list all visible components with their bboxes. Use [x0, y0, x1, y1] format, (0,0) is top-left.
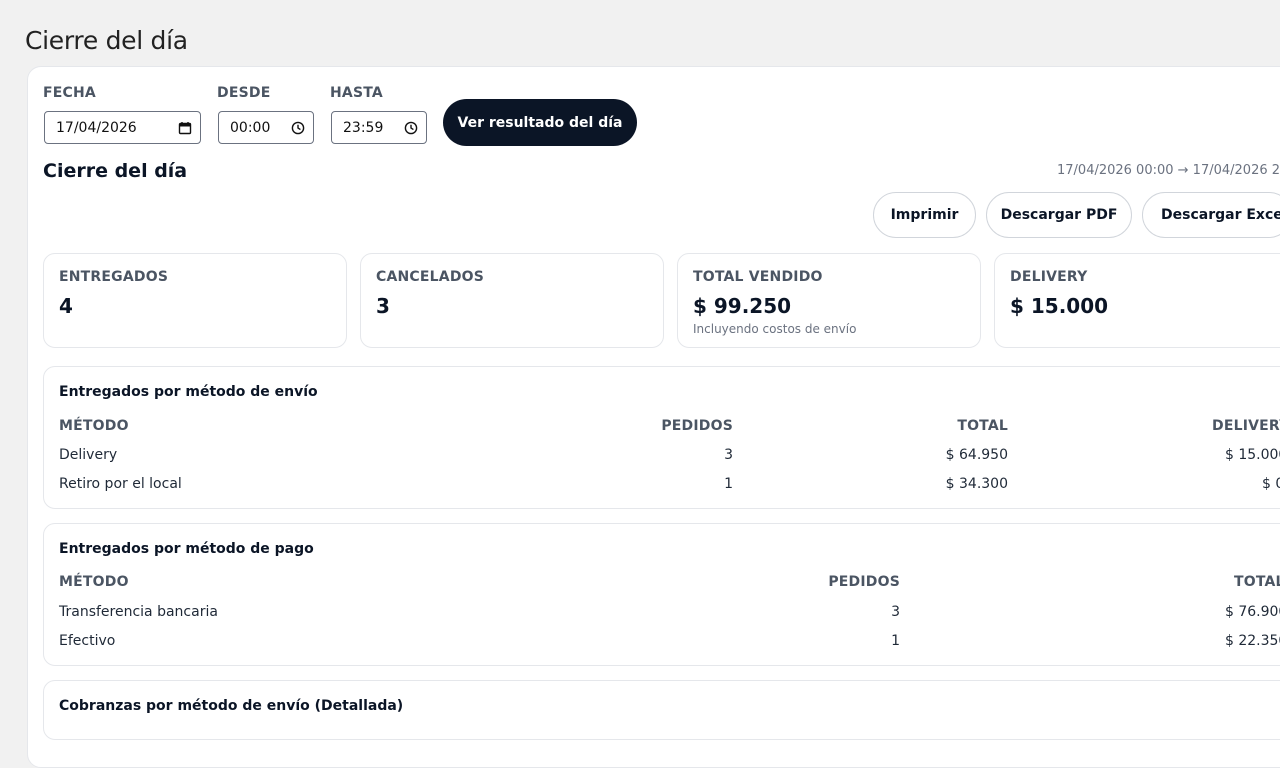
calendar-icon[interactable] [178, 121, 192, 135]
time-to-value: 23:59 [343, 119, 384, 136]
stat-value: 3 [376, 294, 390, 318]
column-header: MÉTODO [59, 574, 129, 590]
table-cell: $ 0 [1262, 476, 1280, 492]
print-button[interactable]: Imprimir [873, 192, 976, 238]
download-pdf-button[interactable]: Descargar PDF [986, 192, 1132, 238]
page-title: Cierre del día [25, 26, 188, 55]
column-header: DELIVERY [1212, 418, 1280, 434]
column-header: MÉTODO [59, 418, 129, 434]
time-from-value: 00:00 [230, 119, 271, 136]
column-header: TOTAL [1234, 574, 1280, 590]
stat-card-cancelados: CANCELADOS 3 [360, 253, 664, 348]
table-cell: Retiro por el local [59, 476, 182, 492]
table-cell: Transferencia bancaria [59, 604, 218, 620]
table-title: Entregados por método de pago [59, 541, 314, 557]
stat-card-delivery: DELIVERY $ 15.000 [994, 253, 1280, 348]
table-cell: Delivery [59, 447, 118, 463]
column-header: PEDIDOS [661, 418, 733, 434]
stat-label: DELIVERY [1010, 269, 1088, 285]
stat-value: $ 99.250 [693, 294, 792, 318]
stat-value: 4 [59, 294, 73, 318]
table-cell: $ 34.300 [945, 476, 1008, 492]
stat-label: ENTREGADOS [59, 269, 169, 285]
table-title: Cobranzas por método de envío (Detallada… [59, 698, 404, 714]
stat-value: $ 15.000 [1010, 294, 1109, 318]
desde-label: DESDE [217, 85, 271, 101]
stat-subtitle: Incluyendo costos de envío [693, 322, 857, 336]
payment-method-table: Entregados por método de pago MÉTODO PED… [43, 523, 1280, 666]
table-cell: $ 22.350 [1225, 633, 1280, 649]
table-cell: 1 [891, 633, 900, 649]
date-range-text: 17/04/2026 00:00 → 17/04/2026 23 [1057, 163, 1280, 178]
view-results-button[interactable]: Ver resultado del día [443, 99, 637, 146]
column-header: TOTAL [957, 418, 1008, 434]
table-cell: $ 76.900 [1225, 604, 1280, 620]
table-cell: 1 [724, 476, 733, 492]
table-cell: $ 64.950 [945, 447, 1008, 463]
table-cell: Efectivo [59, 633, 116, 649]
table-title: Entregados por método de envío [59, 384, 318, 400]
column-header: PEDIDOS [828, 574, 900, 590]
stat-label: TOTAL VENDIDO [693, 269, 823, 285]
date-input[interactable]: 17/04/2026 [44, 111, 201, 144]
table-cell: 3 [724, 447, 733, 463]
fecha-label: FECHA [43, 85, 96, 101]
report-title: Cierre del día [43, 160, 188, 182]
table-cell: 3 [891, 604, 900, 620]
time-to-input[interactable]: 23:59 [331, 111, 427, 144]
collections-table: Cobranzas por método de envío (Detallada… [43, 680, 1280, 740]
date-input-value: 17/04/2026 [56, 119, 137, 136]
stat-card-entregados: ENTREGADOS 4 [43, 253, 347, 348]
shipping-method-table: Entregados por método de envío MÉTODO PE… [43, 366, 1280, 509]
download-excel-button[interactable]: Descargar Excel [1142, 192, 1280, 238]
clock-icon[interactable] [404, 121, 418, 135]
clock-icon[interactable] [291, 121, 305, 135]
hasta-label: HASTA [330, 85, 383, 101]
stat-card-total-vendido: TOTAL VENDIDO $ 99.250 Incluyendo costos… [677, 253, 981, 348]
stat-label: CANCELADOS [376, 269, 485, 285]
time-from-input[interactable]: 00:00 [218, 111, 314, 144]
table-cell: $ 15.000 [1225, 447, 1280, 463]
